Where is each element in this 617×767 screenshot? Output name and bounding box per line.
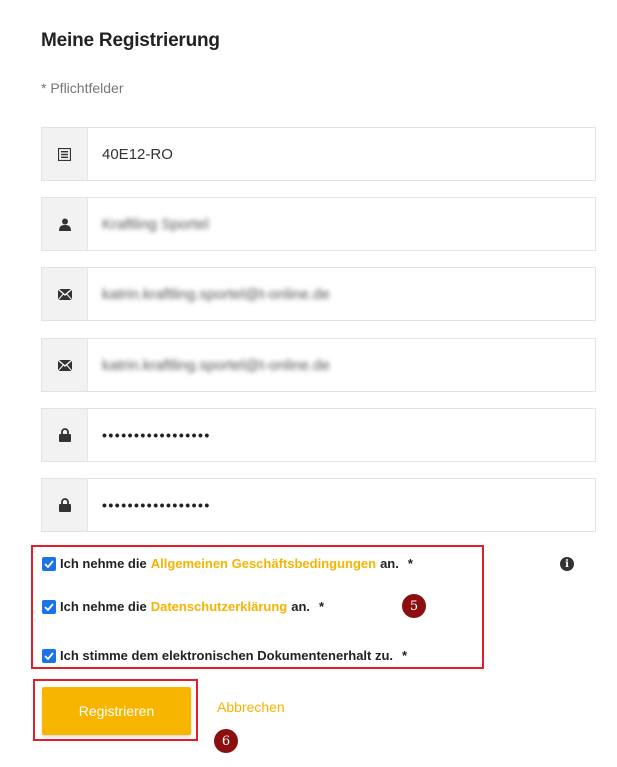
- name-value[interactable]: Kraftling Sportel: [88, 198, 595, 250]
- name-field[interactable]: Kraftling Sportel: [41, 197, 596, 251]
- consent-terms-suffix: an.: [380, 556, 399, 571]
- info-icon[interactable]: i: [560, 557, 574, 571]
- mail-icon: [42, 268, 88, 320]
- required-marker: *: [407, 556, 413, 571]
- terms-checkbox[interactable]: [42, 556, 56, 571]
- required-marker: *: [402, 648, 408, 663]
- password-input[interactable]: [102, 427, 595, 443]
- page-title: Meine Registrierung: [41, 30, 220, 51]
- required-marker: *: [319, 599, 325, 614]
- customer-number-input[interactable]: [102, 145, 595, 163]
- step-badge-6: 6: [214, 729, 238, 753]
- mail-icon: [42, 339, 88, 391]
- consent-privacy-prefix: Ich nehme die: [60, 599, 147, 614]
- required-fields-note: * Pflichtfelder: [41, 80, 124, 96]
- consent-electronic-documents: Ich stimme dem elektronischen Dokumenten…: [42, 648, 407, 663]
- customer-number-field[interactable]: [41, 127, 596, 181]
- step-badge-5: 5: [402, 594, 426, 618]
- terms-link[interactable]: Allgemeinen Geschäftsbedingungen: [151, 556, 376, 571]
- lock-icon: [42, 479, 88, 531]
- email-field[interactable]: katrin.kraftling.sportel@t-online.de: [41, 267, 596, 321]
- email-confirm-field[interactable]: katrin.kraftling.sportel@t-online.de: [41, 338, 596, 392]
- user-icon: [42, 198, 88, 250]
- consent-privacy-suffix: an.: [291, 599, 311, 614]
- cancel-link[interactable]: Abbrechen: [217, 699, 285, 715]
- consent-terms-prefix: Ich nehme die: [60, 556, 147, 571]
- email-value[interactable]: katrin.kraftling.sportel@t-online.de: [88, 268, 595, 320]
- lock-icon: [42, 409, 88, 461]
- privacy-link[interactable]: Datenschutzerklärung: [151, 599, 288, 614]
- register-button[interactable]: Registrieren: [42, 687, 191, 735]
- password-confirm-input[interactable]: [102, 497, 595, 513]
- id-card-icon: [42, 128, 88, 180]
- consent-terms: Ich nehme die Allgemeinen Geschäftsbedin…: [42, 556, 413, 571]
- consent-electronic-documents-text: Ich stimme dem elektronischen Dokumenten…: [60, 648, 394, 663]
- password-field[interactable]: [41, 408, 596, 462]
- electronic-documents-checkbox[interactable]: [42, 648, 56, 663]
- consent-privacy: Ich nehme die Datenschutzerklärung an. *: [42, 599, 324, 614]
- email-confirm-value[interactable]: katrin.kraftling.sportel@t-online.de: [88, 339, 595, 391]
- privacy-checkbox[interactable]: [42, 599, 56, 614]
- password-confirm-field[interactable]: [41, 478, 596, 532]
